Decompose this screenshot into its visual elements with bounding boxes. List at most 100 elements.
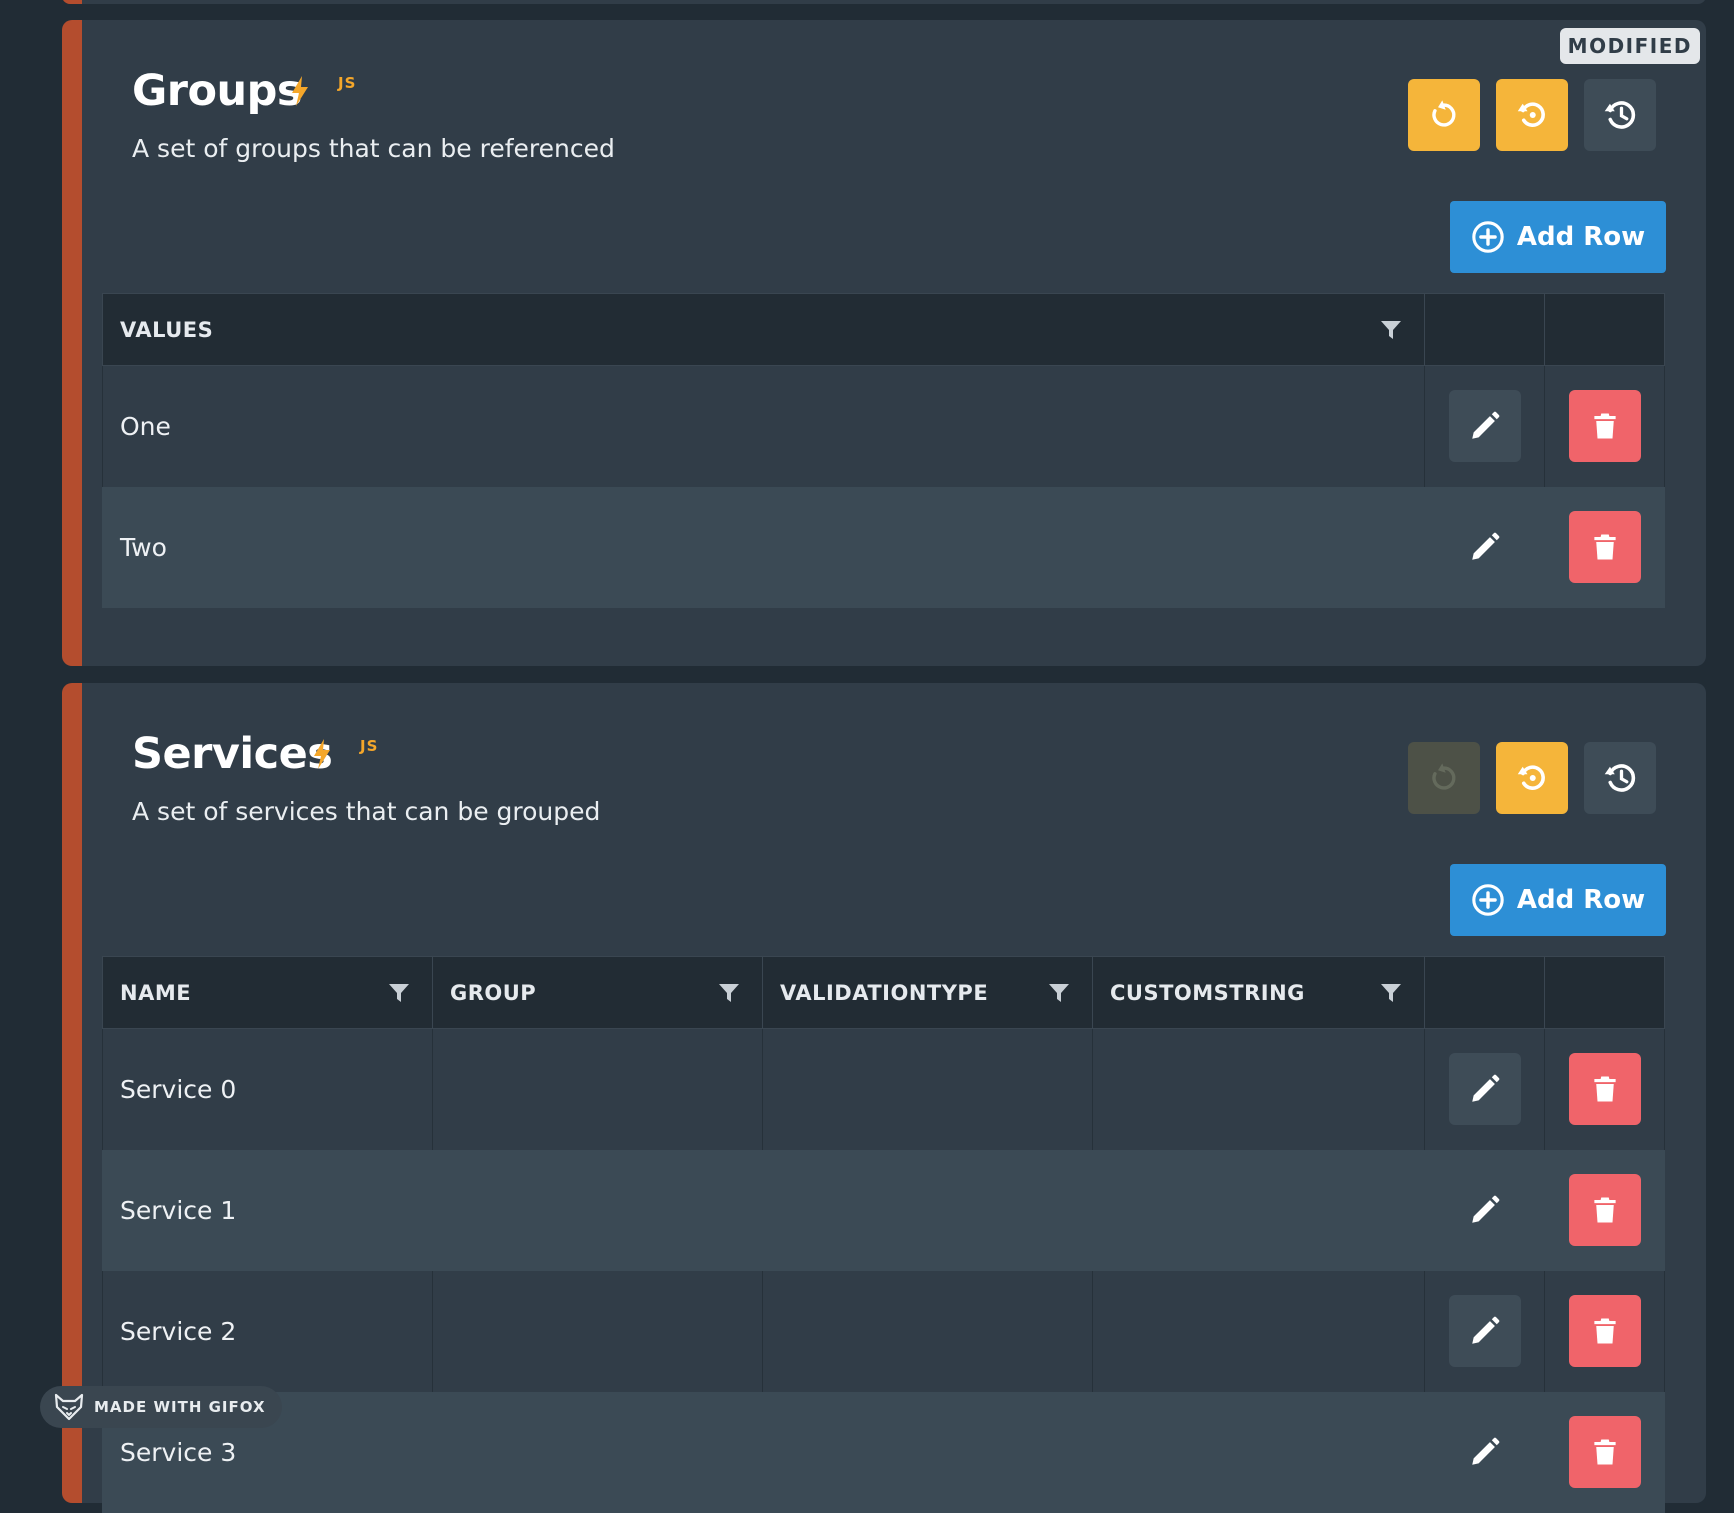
- cell-customstring: [1092, 1028, 1425, 1150]
- pencil-icon: [1471, 1437, 1499, 1465]
- filter-icon[interactable]: [718, 982, 740, 1004]
- filter-icon[interactable]: [1380, 982, 1402, 1004]
- column-header-delete: [1544, 956, 1665, 1029]
- trash-icon: [1593, 1439, 1616, 1465]
- column-header-name[interactable]: NAME: [102, 956, 433, 1029]
- cell-edit: [1424, 1028, 1545, 1150]
- groups-description: A set of groups that can be referenced: [132, 134, 615, 163]
- undo-icon: [1432, 100, 1456, 127]
- cell-edit: [1424, 365, 1545, 487]
- cell-validationtype: [762, 1270, 1093, 1392]
- cell-delete: [1544, 1270, 1665, 1392]
- groups-card: MODIFIED Groups JS A set of groups that …: [62, 20, 1706, 666]
- column-header-edit: [1424, 956, 1545, 1029]
- watermark-label: MADE WITH GIFOX: [94, 1398, 266, 1416]
- filter-icon[interactable]: [388, 982, 410, 1004]
- add-row-label: Add Row: [1516, 885, 1646, 915]
- services-table: NAME GROUP VALIDATIONTYPE CUSTOMSTRING S…: [102, 956, 1665, 1513]
- reset-button[interactable]: [1496, 79, 1568, 151]
- restore-icon: [1517, 765, 1545, 790]
- delete-button[interactable]: [1568, 390, 1641, 463]
- cell-validationtype: [762, 1028, 1093, 1150]
- trash-icon: [1593, 1318, 1616, 1344]
- history-icon: [1604, 101, 1636, 129]
- delete-button[interactable]: [1568, 1295, 1641, 1367]
- undo-button[interactable]: [1408, 79, 1480, 151]
- reset-button[interactable]: [1496, 742, 1568, 814]
- add-row-button[interactable]: Add Row: [1450, 864, 1666, 936]
- column-header-edit: [1424, 293, 1545, 366]
- cell-group: [432, 1391, 763, 1513]
- cell-group: [432, 1149, 763, 1271]
- bolt-icon: [314, 739, 330, 769]
- column-header-label: VALIDATIONTYPE: [780, 980, 989, 1005]
- previous-card-edge: [62, 0, 1706, 4]
- trash-icon: [1593, 413, 1616, 439]
- add-row-label: Add Row: [1516, 222, 1646, 252]
- pencil-icon: [1471, 1316, 1499, 1344]
- cell-validationtype: [762, 1149, 1093, 1271]
- services-title: Services: [132, 729, 333, 779]
- pencil-icon: [1471, 1195, 1499, 1223]
- groups-title: Groups: [132, 66, 303, 116]
- table-header-row: NAME GROUP VALIDATIONTYPE CUSTOMSTRING: [102, 956, 1665, 1029]
- groups-table: VALUES One Two: [102, 293, 1665, 608]
- history-icon: [1604, 764, 1636, 792]
- history-button[interactable]: [1584, 79, 1656, 151]
- delete-button[interactable]: [1568, 1174, 1641, 1246]
- edit-button[interactable]: [1448, 1053, 1521, 1126]
- cell-customstring: [1092, 1149, 1425, 1271]
- table-row: One: [102, 365, 1665, 487]
- add-row-button[interactable]: Add Row: [1450, 201, 1666, 273]
- cell-validationtype: [762, 1391, 1093, 1513]
- history-button[interactable]: [1584, 742, 1656, 814]
- trash-icon: [1593, 1076, 1616, 1102]
- column-header-group[interactable]: GROUP: [432, 956, 763, 1029]
- column-header-delete: [1544, 293, 1665, 366]
- column-header-validationtype[interactable]: VALIDATIONTYPE: [762, 956, 1093, 1029]
- trash-icon: [1593, 534, 1616, 560]
- cell-name: Service 2: [102, 1270, 433, 1392]
- trash-icon: [1593, 1197, 1616, 1223]
- table-row: Service 2: [102, 1270, 1665, 1392]
- delete-button[interactable]: [1568, 1053, 1641, 1126]
- undo-button-disabled: [1408, 742, 1480, 814]
- column-header-label: NAME: [120, 980, 192, 1005]
- column-header-customstring[interactable]: CUSTOMSTRING: [1092, 956, 1425, 1029]
- services-description: A set of services that can be grouped: [132, 797, 601, 826]
- column-header-label: GROUP: [450, 980, 537, 1005]
- edit-button[interactable]: [1448, 390, 1521, 463]
- filter-icon[interactable]: [1380, 319, 1402, 341]
- column-header-label: VALUES: [120, 317, 214, 342]
- pencil-icon: [1471, 532, 1499, 560]
- edit-button[interactable]: [1449, 511, 1521, 583]
- cell-name: Service 1: [102, 1149, 433, 1271]
- delete-button[interactable]: [1568, 1416, 1641, 1488]
- delete-button[interactable]: [1568, 511, 1641, 583]
- edit-button[interactable]: [1449, 1174, 1521, 1246]
- cell-delete: [1544, 1391, 1665, 1513]
- column-header-label: CUSTOMSTRING: [1110, 980, 1305, 1005]
- cell-values: One: [102, 365, 1425, 487]
- bolt-icon: [292, 76, 308, 106]
- cell-delete: [1544, 1149, 1665, 1271]
- restore-icon: [1517, 102, 1545, 127]
- services-card: Services JS A set of services that can b…: [62, 683, 1706, 1513]
- js-icon: JS: [360, 737, 379, 755]
- table-row: Service 0: [102, 1028, 1665, 1150]
- pencil-icon: [1471, 1074, 1499, 1102]
- cell-delete: [1544, 365, 1665, 487]
- modified-badge: MODIFIED: [1559, 28, 1700, 64]
- cell-delete: [1544, 1028, 1665, 1150]
- cell-edit: [1424, 1391, 1545, 1513]
- edit-button[interactable]: [1448, 1295, 1521, 1367]
- table-header-row: VALUES: [102, 293, 1665, 366]
- pencil-icon: [1471, 411, 1499, 439]
- filter-icon[interactable]: [1048, 982, 1070, 1004]
- cell-values: Two: [102, 486, 1425, 608]
- edit-button[interactable]: [1449, 1416, 1521, 1488]
- table-row: Service 3: [102, 1391, 1665, 1513]
- cell-customstring: [1092, 1391, 1425, 1513]
- undo-icon: [1432, 763, 1456, 790]
- column-header-values[interactable]: VALUES: [102, 293, 1425, 366]
